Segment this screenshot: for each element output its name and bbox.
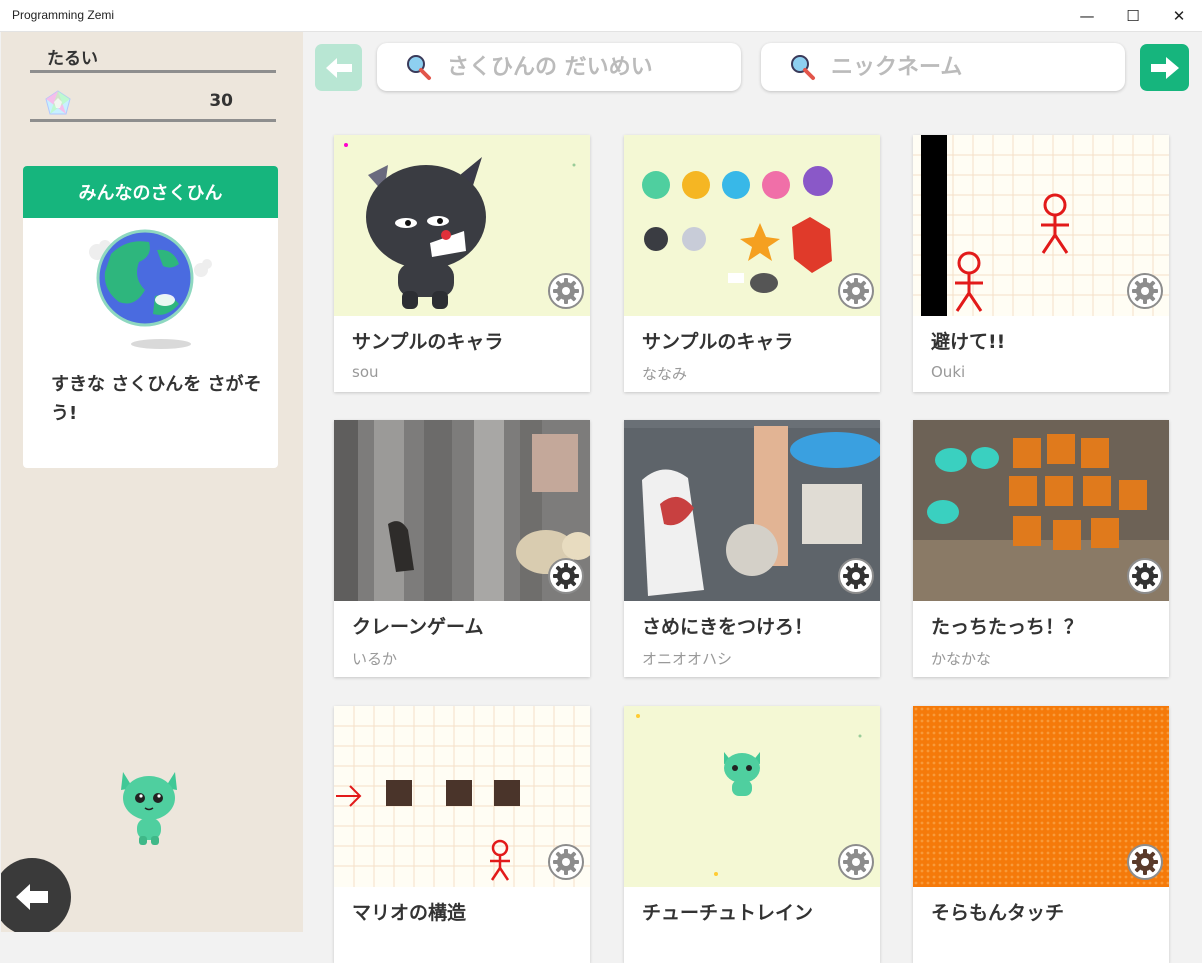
settings-gear-icon[interactable]	[548, 273, 584, 309]
work-card[interactable]: サンプルのキャラ sou	[334, 135, 590, 392]
work-author: ななみ	[642, 365, 688, 383]
arrow-left-icon	[325, 57, 352, 78]
featured-header: みんなのさくひん	[23, 166, 278, 218]
window-title: Programming Zemi	[12, 8, 115, 22]
settings-gear-icon[interactable]	[838, 558, 874, 594]
work-card[interactable]: そらもんタッチ	[913, 706, 1169, 963]
globe-icon	[89, 229, 212, 349]
nickname-search	[761, 43, 1125, 91]
work-author: Ouki	[931, 363, 966, 381]
settings-gear-icon[interactable]	[548, 558, 584, 594]
settings-gear-icon[interactable]	[548, 844, 584, 880]
work-title: そらもんタッチ	[931, 902, 1065, 924]
work-title: マリオの構造	[352, 902, 467, 924]
title-search-input[interactable]	[445, 53, 729, 81]
divider	[30, 70, 276, 73]
work-card[interactable]: 避けて!! Ouki	[913, 135, 1169, 392]
title-bar: Programming Zemi — ☐ ✕	[0, 0, 1202, 32]
work-title: サンプルのキャラ	[352, 331, 504, 353]
work-card[interactable]: たっちたっち！？ かなかな	[913, 420, 1169, 677]
settings-gear-icon[interactable]	[1127, 844, 1163, 880]
work-card[interactable]: マリオの構造	[334, 706, 590, 963]
work-author: sou	[352, 363, 379, 381]
settings-gear-icon[interactable]	[838, 844, 874, 880]
work-author: いるか	[352, 650, 398, 668]
sidebar: たるい 30 みんなのさくひん すきな さくひんを さがそう!	[1, 32, 303, 932]
search-icon	[791, 55, 815, 80]
settings-gear-icon[interactable]	[1127, 273, 1163, 309]
search-icon	[407, 55, 431, 80]
next-page-button[interactable]	[1140, 44, 1189, 91]
work-title: 避けて!!	[931, 331, 1006, 353]
work-title: サンプルのキャラ	[642, 331, 794, 353]
gem-icon	[45, 90, 71, 115]
work-title: さめにきをつけろ！	[642, 616, 814, 638]
work-author: かなかな	[931, 650, 992, 668]
minimize-button[interactable]: —	[1064, 0, 1110, 32]
nickname-search-input[interactable]	[829, 53, 1113, 81]
work-title: たっちたっち！？	[931, 616, 1084, 638]
title-search	[377, 43, 741, 91]
divider	[30, 119, 276, 122]
work-card[interactable]: クレーンゲーム いるか	[334, 420, 590, 677]
close-icon: ✕	[1172, 7, 1186, 25]
previous-page-button[interactable]	[315, 44, 362, 91]
work-card[interactable]: さめにきをつけろ！ オニオオハシ	[624, 420, 880, 677]
work-author: オニオオハシ	[642, 650, 733, 668]
settings-gear-icon[interactable]	[838, 273, 874, 309]
maximize-icon: ☐	[1126, 7, 1140, 25]
minimize-icon: —	[1079, 7, 1095, 25]
work-card[interactable]: サンプルのキャラ ななみ	[624, 135, 880, 392]
points-value: 30	[209, 91, 233, 111]
back-button[interactable]	[1, 858, 71, 932]
featured-message: すきな さくひんを さがそう!	[51, 374, 262, 424]
work-title: クレーンゲーム	[352, 616, 484, 638]
maximize-button[interactable]: ☐	[1110, 0, 1156, 32]
arrow-right-icon	[1150, 56, 1179, 79]
work-title: チューチュトレイン	[642, 902, 814, 924]
close-button[interactable]: ✕	[1156, 0, 1202, 32]
work-card[interactable]: チューチュトレイン	[624, 706, 880, 963]
arrow-left-icon	[16, 884, 48, 910]
featured-card: みんなのさくひん すきな さくひんを さがそう!	[23, 166, 278, 468]
settings-gear-icon[interactable]	[1127, 558, 1163, 594]
user-name: たるい	[47, 49, 98, 69]
mascot-character	[121, 772, 177, 845]
